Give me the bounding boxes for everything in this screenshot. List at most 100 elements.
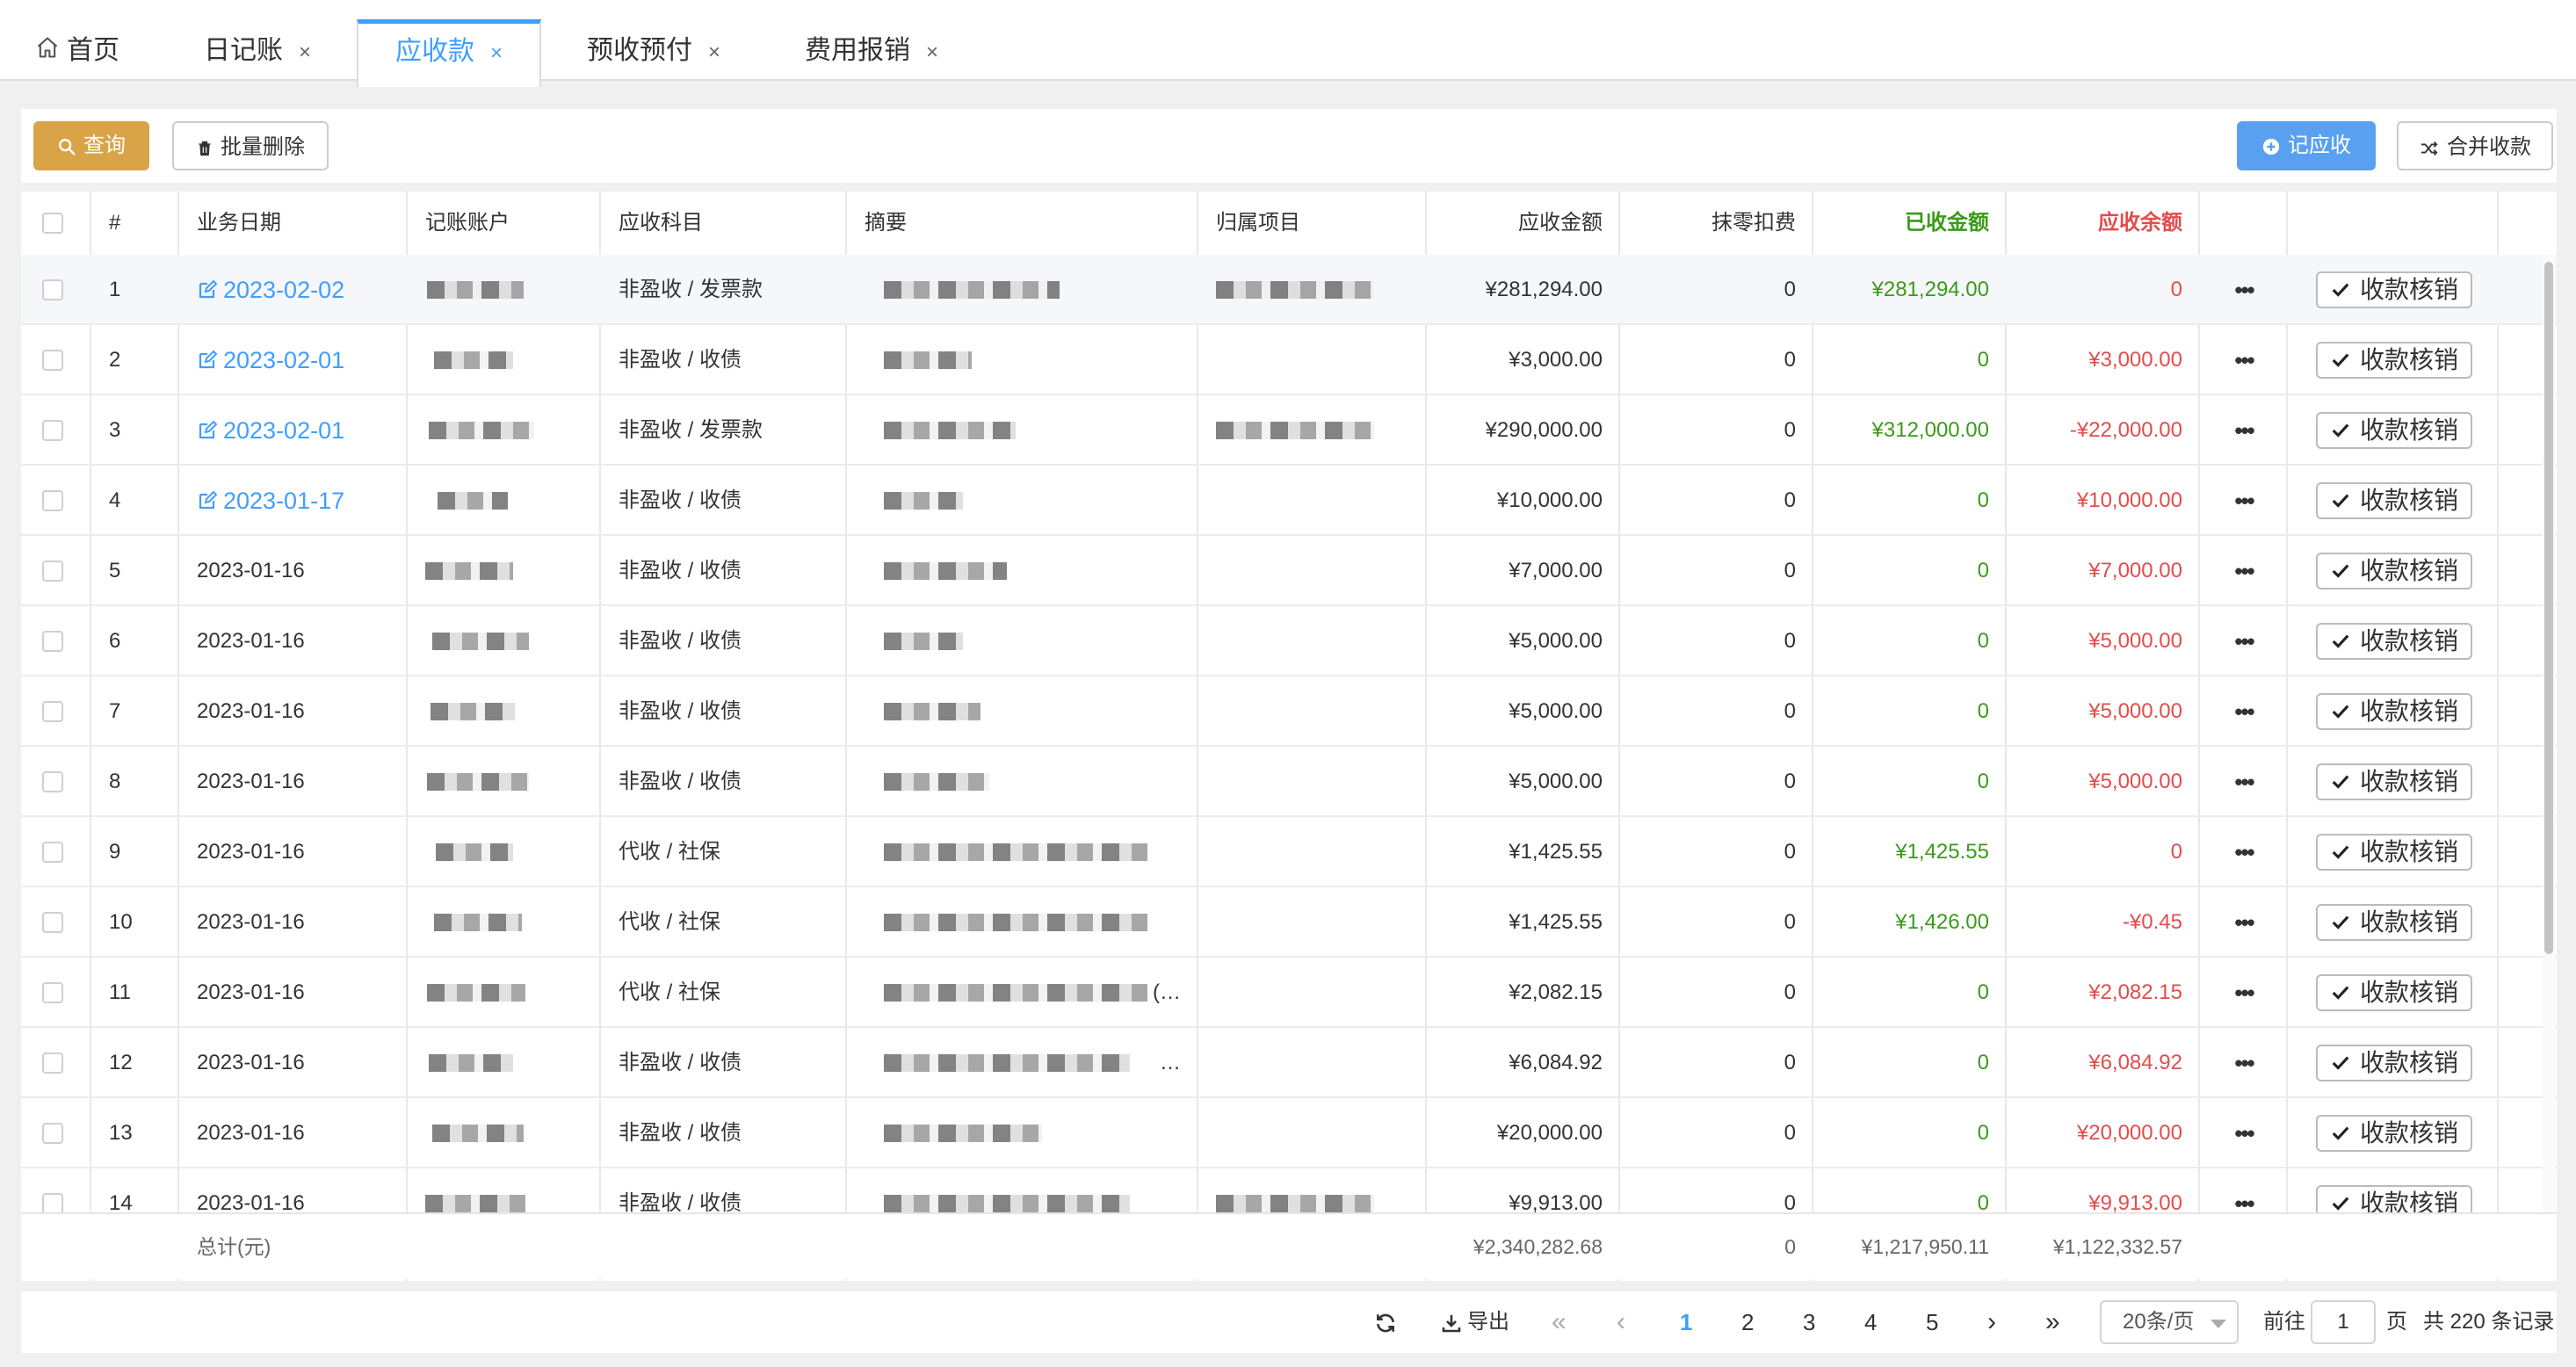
tab-advance[interactable]: 预收预付 × <box>587 19 720 81</box>
last-page-icon[interactable]: » <box>2045 1291 2060 1353</box>
merge-receipt-button[interactable]: 合并收款 <box>2397 121 2553 170</box>
record-receivable-button[interactable]: 记应收 <box>2237 121 2376 170</box>
writeoff-button[interactable]: 收款核销 <box>2316 553 2472 589</box>
row-checkbox[interactable] <box>42 420 63 441</box>
tab-journal[interactable]: 日记账 × <box>204 19 311 81</box>
more-actions-button[interactable]: ••• <box>2200 958 2288 1028</box>
writeoff-label: 收款核销 <box>2359 627 2458 655</box>
balance-value: ¥2,082.15 <box>2088 980 2182 1004</box>
writeoff-button[interactable]: 收款核销 <box>2316 271 2472 308</box>
next-page-icon[interactable]: › <box>1987 1291 1996 1353</box>
close-icon[interactable]: × <box>926 40 938 64</box>
writeoff-button[interactable]: 收款核销 <box>2316 412 2472 449</box>
date-link[interactable]: 2023-02-02 <box>179 255 408 325</box>
discount-value: 0 <box>1784 1121 1796 1145</box>
row-checkbox[interactable] <box>42 912 63 933</box>
page-4[interactable]: 4 <box>1864 1291 1877 1353</box>
more-actions-button[interactable]: ••• <box>2200 887 2288 958</box>
more-actions-button[interactable]: ••• <box>2200 536 2288 606</box>
balance-value: ¥7,000.00 <box>2088 559 2182 582</box>
row-checkbox[interactable] <box>42 490 63 511</box>
more-actions-button[interactable]: ••• <box>2200 325 2288 395</box>
redacted-summary <box>884 1125 1042 1142</box>
more-actions-button[interactable]: ••• <box>2200 255 2288 325</box>
row-checkbox[interactable] <box>42 1123 63 1144</box>
more-actions-button[interactable]: ••• <box>2200 747 2288 817</box>
amount-value: ¥2,082.15 <box>1509 980 1603 1004</box>
check-icon <box>2332 283 2349 297</box>
query-button[interactable]: 查询 <box>33 121 149 170</box>
toolbar: 查询 批量删除 记应收 合并收款 <box>21 109 2557 183</box>
more-actions-button[interactable]: ••• <box>2200 1098 2288 1168</box>
writeoff-button[interactable]: 收款核销 <box>2316 1115 2472 1152</box>
redacted-account <box>427 984 525 1002</box>
more-actions-button[interactable]: ••• <box>2200 1028 2288 1098</box>
writeoff-button[interactable]: 收款核销 <box>2316 1185 2472 1212</box>
date-link[interactable]: 2023-02-01 <box>179 395 408 466</box>
select-all-checkbox[interactable] <box>42 213 63 234</box>
more-actions-button[interactable]: ••• <box>2200 817 2288 887</box>
check-icon <box>2332 634 2349 648</box>
first-page-icon[interactable]: « <box>1552 1291 1567 1353</box>
tab-expenses[interactable]: 费用报销 × <box>805 19 938 81</box>
page-1[interactable]: 1 <box>1680 1291 1692 1353</box>
row-checkbox[interactable] <box>42 561 63 582</box>
writeoff-button[interactable]: 收款核销 <box>2316 763 2472 800</box>
close-icon[interactable]: × <box>708 40 720 64</box>
row-index: 10 <box>109 910 133 934</box>
discount-value: 0 <box>1784 278 1796 301</box>
row-checkbox[interactable] <box>42 842 63 863</box>
row-index: 9 <box>109 840 121 864</box>
amount-value: ¥3,000.00 <box>1509 348 1603 372</box>
row-checkbox[interactable] <box>42 350 63 371</box>
writeoff-button[interactable]: 收款核销 <box>2316 482 2472 519</box>
row-checkbox[interactable] <box>42 1193 63 1212</box>
writeoff-button[interactable]: 收款核销 <box>2316 342 2472 379</box>
header-amount: 应收金额 <box>1518 211 1603 235</box>
redacted-account <box>432 1125 524 1142</box>
balance-value: ¥10,000.00 <box>2076 488 2182 512</box>
date-link[interactable]: 2023-02-01 <box>179 325 408 395</box>
amount-value: ¥1,425.55 <box>1509 840 1603 864</box>
table-row: 11 2023-01-16 代收 / 社保 (… ¥2,082.15 0 0 ¥2,082.1… <box>21 958 2557 1028</box>
row-checkbox[interactable] <box>42 771 63 792</box>
row-checkbox[interactable] <box>42 701 63 722</box>
page-5[interactable]: 5 <box>1926 1291 1938 1353</box>
writeoff-label: 收款核销 <box>2359 416 2458 444</box>
more-actions-button[interactable]: ••• <box>2200 606 2288 676</box>
tab-home[interactable]: 首页 <box>35 19 119 81</box>
more-actions-button[interactable]: ••• <box>2200 395 2288 466</box>
page-2[interactable]: 2 <box>1741 1291 1754 1353</box>
date-link[interactable]: 2023-01-17 <box>179 466 408 536</box>
date-value: 2023-01-17 <box>223 488 345 514</box>
prev-page-icon[interactable]: ‹ <box>1617 1291 1625 1353</box>
writeoff-button[interactable]: 收款核销 <box>2316 1045 2472 1081</box>
writeoff-button[interactable]: 收款核销 <box>2316 693 2472 730</box>
page-size-select[interactable]: 20条/页 <box>2100 1300 2239 1344</box>
tab-receivables[interactable]: 应收款 × <box>357 19 541 87</box>
row-checkbox[interactable] <box>42 631 63 652</box>
scrollbar-thumb[interactable] <box>2544 262 2553 954</box>
refresh-icon[interactable] <box>1374 1291 1397 1353</box>
date-value: 2023-02-01 <box>223 347 345 373</box>
more-actions-button[interactable]: ••• <box>2200 676 2288 747</box>
row-checkbox[interactable] <box>42 279 63 300</box>
close-icon[interactable]: × <box>490 41 503 65</box>
row-checkbox[interactable] <box>42 1052 63 1074</box>
row-checkbox[interactable] <box>42 982 63 1003</box>
writeoff-button[interactable]: 收款核销 <box>2316 623 2472 660</box>
received-value: 0 <box>1977 1051 1989 1074</box>
close-icon[interactable]: × <box>299 40 311 64</box>
more-actions-button[interactable]: ••• <box>2200 466 2288 536</box>
page-3[interactable]: 3 <box>1803 1291 1815 1353</box>
goto-page-input[interactable]: 1 <box>2311 1300 2376 1344</box>
writeoff-button[interactable]: 收款核销 <box>2316 904 2472 941</box>
header-discount: 抹零扣费 <box>1711 211 1796 235</box>
shuffle-icon <box>2420 141 2438 156</box>
more-actions-button[interactable]: ••• <box>2200 1168 2288 1212</box>
writeoff-button[interactable]: 收款核销 <box>2316 834 2472 871</box>
writeoff-button[interactable]: 收款核销 <box>2316 974 2472 1011</box>
subject-value: 代收 / 社保 <box>619 910 721 934</box>
batch-delete-button[interactable]: 批量删除 <box>172 121 329 170</box>
export-button[interactable]: 导出 <box>1441 1291 1509 1353</box>
